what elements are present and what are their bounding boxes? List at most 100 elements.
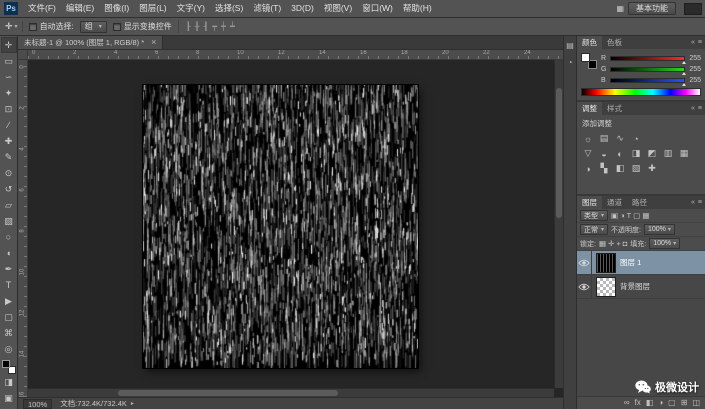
tool-crop[interactable]: ⊡ xyxy=(1,101,17,117)
document-canvas[interactable] xyxy=(143,85,418,368)
window-control[interactable] xyxy=(684,3,702,15)
status-flyout-icon[interactable]: ▸ xyxy=(131,400,134,407)
vertical-ruler[interactable]: 0246810121416 xyxy=(18,60,28,397)
show-transform-checkbox[interactable] xyxy=(113,23,121,31)
menu-item[interactable]: 滤镜(T) xyxy=(248,0,286,17)
horizontal-ruler[interactable]: 024681012141618202224 xyxy=(28,50,563,60)
adjustments-panel-tab[interactable]: 调整 xyxy=(577,102,602,115)
canvas-viewport[interactable] xyxy=(28,60,563,397)
layer-thumbnail[interactable] xyxy=(596,277,616,297)
layers-panel-tab[interactable]: 路径 xyxy=(627,196,652,209)
current-tool-preset[interactable]: ✛ ▾ xyxy=(5,21,23,32)
lock-transparency-icon[interactable]: ▦ xyxy=(599,240,606,248)
tool-pen[interactable]: ✒ xyxy=(1,261,17,277)
tool-path-selection[interactable]: ▶ xyxy=(1,293,17,309)
adjustments-panel-tab[interactable]: 样式 xyxy=(602,102,627,115)
adjustment-levels-icon[interactable]: ▤ xyxy=(596,131,612,146)
align-left-icon[interactable]: ┠ xyxy=(185,22,192,31)
opacity-field[interactable]: 100% ▾ xyxy=(644,224,675,235)
align-bottom-icon[interactable]: ┷ xyxy=(229,22,236,31)
blend-mode-select[interactable]: 正常 ▾ xyxy=(580,224,608,235)
adjustment-black-white-icon[interactable]: ◨ xyxy=(628,146,644,161)
layer-visibility-toggle[interactable] xyxy=(577,251,592,274)
adjustment-color-balance-icon[interactable]: ◐ xyxy=(612,146,628,161)
adjustment-channel-mixer-icon[interactable]: ▥ xyxy=(660,146,676,161)
add-layer-mask-icon[interactable]: ◧ xyxy=(646,399,654,407)
menu-item[interactable]: 视图(V) xyxy=(319,0,357,17)
tool-blur[interactable]: ○ xyxy=(1,229,17,245)
color-swatch-widget[interactable] xyxy=(2,360,16,374)
adjustment-selective-color-icon[interactable]: ✚ xyxy=(644,161,660,176)
adjustment-photo-filter-icon[interactable]: ◩ xyxy=(644,146,660,161)
menu-item[interactable]: 文字(Y) xyxy=(172,0,210,17)
tool-history-brush[interactable]: ↺ xyxy=(1,181,17,197)
layer-thumbnail[interactable] xyxy=(596,253,616,273)
tool-zoom[interactable]: ◎ xyxy=(1,341,17,357)
panel-menu-icon[interactable]: ≡ xyxy=(698,105,702,112)
ruler-corner[interactable] xyxy=(18,50,28,60)
menu-item[interactable]: 选择(S) xyxy=(210,0,248,17)
horizontal-scrollbar[interactable] xyxy=(28,388,554,397)
tool-eyedropper[interactable]: ∕ xyxy=(1,117,17,133)
dock-history-panel-icon[interactable]: ▤ xyxy=(566,41,574,50)
zoom-level-field[interactable]: 100% xyxy=(23,399,52,409)
panel-menu-icon[interactable]: ≡ xyxy=(698,199,702,206)
layers-panel-tab[interactable]: 通道 xyxy=(602,196,627,209)
lock-all-icon[interactable]: ◘ xyxy=(623,240,628,248)
menu-item[interactable]: 3D(D) xyxy=(286,0,319,17)
menu-item[interactable]: 窗口(W) xyxy=(357,0,398,17)
new-layer-icon[interactable]: ⊞ xyxy=(681,399,688,407)
tool-healing-brush[interactable]: ✚ xyxy=(1,133,17,149)
blue-channel-slider[interactable]: B 255 xyxy=(601,75,701,85)
adjustment-exposure-icon[interactable]: ◔ xyxy=(628,131,644,146)
tool-quick-selection[interactable]: ✦ xyxy=(1,85,17,101)
color-panel-tab[interactable]: 颜色 xyxy=(577,36,602,49)
align-middle-vertical-icon[interactable]: ┿ xyxy=(220,22,227,31)
link-layers-icon[interactable]: ∞ xyxy=(624,399,630,407)
filter-smart-objects-icon[interactable]: ▦ xyxy=(642,212,649,220)
tool-gradient[interactable]: ▨ xyxy=(1,213,17,229)
foreground-color-chip[interactable] xyxy=(581,53,590,62)
panel-collapse-icon[interactable]: « xyxy=(691,39,695,46)
tool-screen-mode[interactable]: ▣ xyxy=(1,390,17,406)
color-spectrum-ramp[interactable] xyxy=(581,88,701,96)
layer-row[interactable]: 背景图层 xyxy=(577,275,705,299)
adjustment-hue-saturation-icon[interactable]: ◒ xyxy=(596,146,612,161)
adjustment-gradient-map-icon[interactable]: ▧ xyxy=(628,161,644,176)
color-panel-tab[interactable]: 色板 xyxy=(602,36,627,49)
layer-effects-icon[interactable]: fx xyxy=(635,399,641,407)
tool-type[interactable]: T xyxy=(1,277,17,293)
filter-adjustment-layers-icon[interactable]: ◑ xyxy=(620,212,625,220)
document-tab[interactable]: 未标题-1 @ 100% (图层 1, RGB/8) * × xyxy=(18,36,163,49)
color-panel-swatches[interactable] xyxy=(581,53,597,69)
tool-brush[interactable]: ✎ xyxy=(1,149,17,165)
fill-field[interactable]: 100% ▾ xyxy=(649,238,680,249)
workspace-switcher-button[interactable]: 基本功能 xyxy=(628,2,676,15)
tool-clone-stamp[interactable]: ⊙ xyxy=(1,165,17,181)
tool-dodge[interactable]: ◖ xyxy=(1,245,17,261)
delete-layer-icon[interactable]: ◫ xyxy=(692,399,700,407)
tool-eraser[interactable]: ▱ xyxy=(1,197,17,213)
menu-item[interactable]: 帮助(H) xyxy=(398,0,437,17)
vertical-scrollbar[interactable] xyxy=(554,60,563,388)
adjustment-threshold-icon[interactable]: ◧ xyxy=(612,161,628,176)
tool-rectangle-shape[interactable]: ▢ xyxy=(1,309,17,325)
panel-collapse-icon[interactable]: « xyxy=(691,105,695,112)
menu-item[interactable]: 文件(F) xyxy=(23,0,61,17)
auto-select-target-select[interactable]: 组 ▾ xyxy=(80,21,107,33)
new-group-icon[interactable]: ▢ xyxy=(668,399,676,407)
tool-rectangular-marquee[interactable]: ▭ xyxy=(1,53,17,69)
close-tab-icon[interactable]: × xyxy=(151,38,156,47)
align-right-icon[interactable]: ┨ xyxy=(202,22,209,31)
panel-collapse-icon[interactable]: « xyxy=(691,199,695,206)
menu-item[interactable]: 图层(L) xyxy=(134,0,171,17)
vertical-scrollbar-thumb[interactable] xyxy=(556,88,562,218)
filter-shape-layers-icon[interactable]: ▢ xyxy=(633,212,640,220)
lock-image-pixels-icon[interactable]: ✛ xyxy=(608,240,614,248)
adjustment-posterize-icon[interactable]: ▚ xyxy=(596,161,612,176)
auto-select-checkbox[interactable] xyxy=(29,23,37,31)
tool-lasso[interactable]: ∽ xyxy=(1,69,17,85)
layer-row[interactable]: 图层 1 xyxy=(577,251,705,275)
tool-move[interactable]: ✛ xyxy=(1,37,17,53)
filter-type-layers-icon[interactable]: T xyxy=(627,212,632,220)
